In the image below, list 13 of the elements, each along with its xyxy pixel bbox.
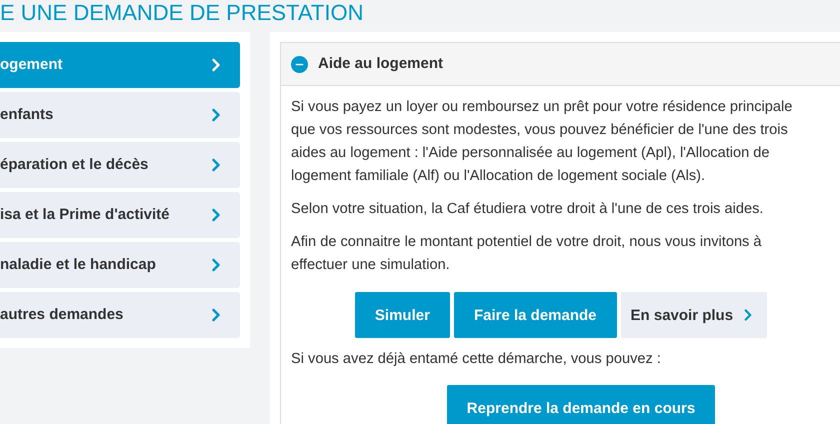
paragraph: Selon votre situation, la Caf étudiera votre droit à l'une de ces trois aides.	[291, 200, 764, 219]
accordion-header[interactable]: Aide au logement	[281, 43, 840, 86]
paragraph: Si vous avez déjà entamé cette démarche, vous pouvez :	[291, 350, 661, 369]
sidebar-item[interactable]: éparation et le décès	[0, 142, 240, 188]
collapse-icon	[291, 56, 308, 72]
sidebar-item[interactable]: autres demandes	[0, 292, 240, 338]
paragraph: Si vous payez un loyer ou remboursez un prêt pour votre résidence principale que vos ressources sont modestes, vous pouvez bénéficier de l'une des trois aides au logement : l'Aide personnalisée au logement (Apl), l'Allocation de logement familiale (Alf) ou l'Allocation de logement sociale (Als).	[291, 98, 792, 186]
link-button[interactable]: En savoir plus	[620, 292, 768, 338]
sidebar-item[interactable]: isa et la Prime d'activité	[0, 192, 240, 238]
paragraph: Afin de connaitre le montant potentiel de votre droit, nous vous invitons à effectuer une simulation.	[291, 233, 763, 275]
page-title: E UNE DEMANDE DE PRESTATION	[0, 0, 364, 24]
sidebar-item[interactable]: enfants	[0, 92, 240, 138]
sidebar-item[interactable]: naladie et le handicap	[0, 242, 240, 288]
